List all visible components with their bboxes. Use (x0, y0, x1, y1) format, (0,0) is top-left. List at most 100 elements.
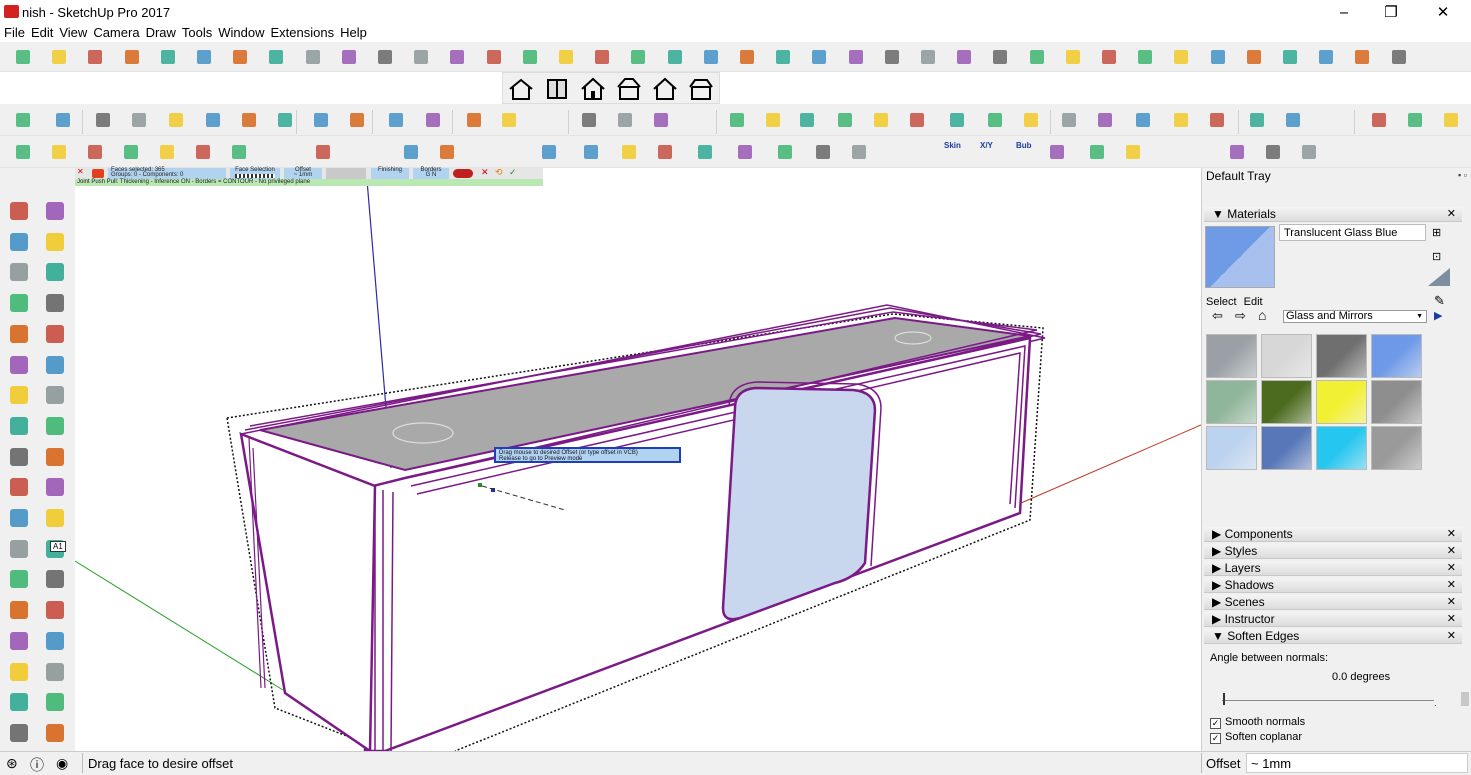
row2-tool-icon[interactable] (614, 109, 636, 131)
row1-tool-icon[interactable] (1170, 46, 1192, 68)
menu-file[interactable]: File (0, 24, 28, 41)
angle-slider-track[interactable] (1222, 700, 1434, 701)
confirm-icon[interactable]: ✓ (509, 167, 517, 178)
row2-tool-icon[interactable] (274, 109, 296, 131)
row3-tool-icon[interactable] (192, 141, 214, 163)
row2-tool-icon[interactable] (422, 109, 444, 131)
row1-tool-icon[interactable] (374, 46, 396, 68)
materials-header[interactable]: ▼ Materials ✕ (1204, 207, 1462, 222)
row2-tool-icon[interactable] (238, 109, 260, 131)
menu-draw[interactable]: Draw (143, 24, 179, 41)
line-tool-icon[interactable] (6, 259, 32, 285)
row2-tool-icon[interactable] (1170, 109, 1192, 131)
section-scenes[interactable]: ▶ Scenes ✕ (1204, 595, 1462, 610)
row1-tool-icon[interactable] (881, 46, 903, 68)
orbit-tool-icon[interactable] (6, 597, 32, 623)
section-components[interactable]: ▶ Components ✕ (1204, 527, 1462, 542)
skin-label[interactable]: Skin (944, 141, 961, 150)
row1-tool-icon[interactable] (265, 46, 287, 68)
menu-tools[interactable]: Tools (179, 24, 215, 41)
create-material-icon[interactable]: ⊡ (1432, 250, 1441, 263)
row2-tool-icon[interactable] (796, 109, 818, 131)
row2-tool-icon[interactable] (310, 109, 332, 131)
row2-tool-icon[interactable] (946, 109, 968, 131)
row3-tool-icon[interactable] (580, 141, 602, 163)
rotate-tool-icon[interactable] (6, 444, 32, 470)
material-swatch[interactable] (1206, 334, 1257, 378)
row1-tool-icon[interactable] (519, 46, 541, 68)
right-view-icon[interactable] (615, 76, 643, 102)
row2-tool-icon[interactable] (1368, 109, 1390, 131)
row3-tool-icon[interactable] (538, 141, 560, 163)
display-secondary-icon[interactable] (1428, 268, 1450, 286)
close-button[interactable]: ✕ (1420, 2, 1466, 22)
row2-tool-icon[interactable] (906, 109, 928, 131)
rotated-rectangle-icon[interactable] (42, 290, 68, 316)
row1-tool-icon[interactable] (1026, 46, 1048, 68)
material-swatch[interactable] (1371, 380, 1422, 424)
row1-tool-icon[interactable] (483, 46, 505, 68)
row3-tool-icon[interactable] (654, 141, 676, 163)
row2-tool-icon[interactable] (1206, 109, 1228, 131)
dimension-tool-icon[interactable] (42, 505, 68, 531)
row1-tool-icon[interactable] (446, 46, 468, 68)
row1-tool-icon[interactable] (953, 46, 975, 68)
back-view-icon[interactable] (651, 76, 679, 102)
zoom-extents-icon[interactable] (6, 659, 32, 685)
row1-tool-icon[interactable] (1279, 46, 1301, 68)
tray-scrollbar[interactable] (1461, 692, 1469, 706)
home-icon[interactable]: ⌂ (1258, 307, 1266, 323)
row2-tool-icon[interactable] (650, 109, 672, 131)
row1-tool-icon[interactable] (229, 46, 251, 68)
eyedropper-icon[interactable]: ✎ (1434, 293, 1445, 309)
materials-close-icon[interactable]: ✕ (1447, 207, 1456, 222)
freehand-tool-icon[interactable] (42, 259, 68, 285)
row1-tool-icon[interactable] (1388, 46, 1410, 68)
row2-tool-icon[interactable] (498, 109, 520, 131)
row2-tool-icon[interactable] (578, 109, 600, 131)
row2-tool-icon[interactable] (463, 109, 485, 131)
material-swatch[interactable] (1261, 380, 1312, 424)
row2-tool-icon[interactable] (1058, 109, 1080, 131)
row2-tool-icon[interactable] (726, 109, 748, 131)
section-close-icon[interactable]: ✕ (1447, 578, 1456, 593)
row1-tool-icon[interactable] (917, 46, 939, 68)
row2-tool-icon[interactable] (202, 109, 224, 131)
undo-icon[interactable]: ⟲ (495, 167, 503, 178)
material-swatch[interactable] (1316, 334, 1367, 378)
row3-tool-icon[interactable] (1086, 141, 1108, 163)
back-arrow-icon[interactable]: ⇦ (1212, 308, 1223, 324)
row1-tool-icon[interactable] (1098, 46, 1120, 68)
menu-edit[interactable]: Edit (28, 24, 56, 41)
row3-tool-icon[interactable] (774, 141, 796, 163)
bub-label[interactable]: Bub (1016, 141, 1032, 150)
section-close-icon[interactable]: ✕ (1447, 595, 1456, 610)
row1-tool-icon[interactable] (736, 46, 758, 68)
section-close-icon[interactable]: ✕ (1447, 561, 1456, 576)
pan-tool-icon[interactable] (42, 597, 68, 623)
row1-tool-icon[interactable] (989, 46, 1011, 68)
row2-tool-icon[interactable] (1020, 109, 1042, 131)
zoom-tool-icon[interactable] (6, 628, 32, 654)
row3-tool-icon[interactable] (156, 141, 178, 163)
axes-tool-icon[interactable] (6, 566, 32, 592)
row3-tool-icon[interactable] (848, 141, 870, 163)
row3-tool-icon[interactable] (1046, 141, 1068, 163)
row3-tool-icon[interactable] (120, 141, 142, 163)
row1-tool-icon[interactable] (193, 46, 215, 68)
section-close-icon[interactable]: ✕ (1447, 612, 1456, 627)
row1-tool-icon[interactable] (48, 46, 70, 68)
row3-tool-icon[interactable] (12, 141, 34, 163)
menu-camera[interactable]: Camera (90, 24, 142, 41)
row1-tool-icon[interactable] (1207, 46, 1229, 68)
row3-tool-icon[interactable] (694, 141, 716, 163)
iso-view-icon[interactable] (507, 76, 535, 102)
three-point-arc-icon[interactable] (42, 382, 68, 408)
face-selection-label[interactable]: Face Selection (230, 167, 280, 173)
rectangle-tool-icon[interactable] (6, 290, 32, 316)
menu-extensions[interactable]: Extensions (268, 24, 338, 41)
row2-tool-icon[interactable] (385, 109, 407, 131)
section-soften-edges[interactable]: ▼ Soften Edges ✕ (1204, 629, 1462, 644)
follow-me-icon[interactable] (42, 444, 68, 470)
geo-location-icon[interactable]: ⊛ (6, 755, 18, 772)
